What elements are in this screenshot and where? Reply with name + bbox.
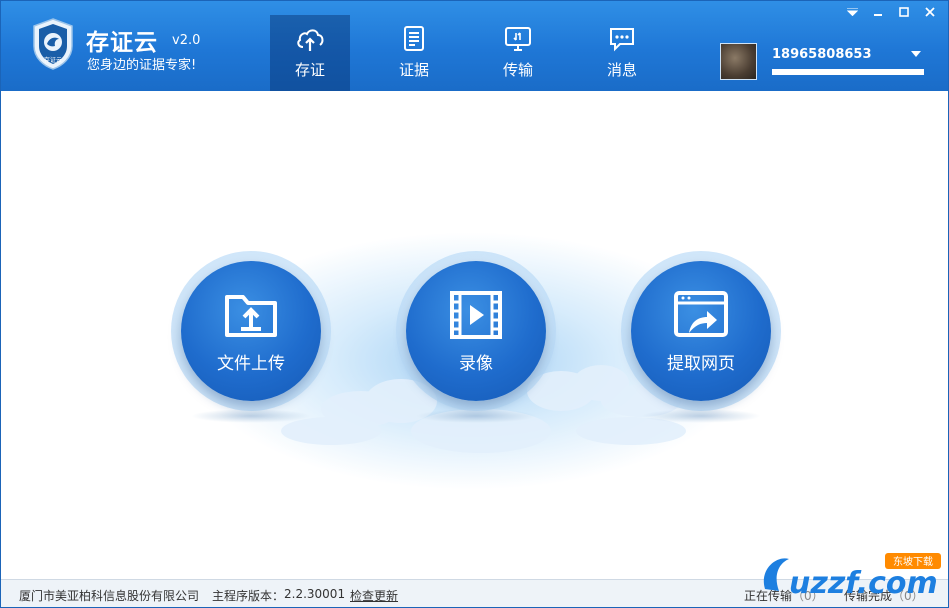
folder-upload-icon — [225, 295, 277, 337]
app-version: v2.0 — [172, 33, 201, 48]
app-name: 存证云 — [86, 30, 158, 56]
main-nav: 存证 证据 传输 消息 — [270, 15, 686, 91]
tab-cunzheng[interactable]: 存证 — [270, 15, 350, 91]
watermark-tag: 东坡下载 — [893, 555, 933, 568]
video-icon — [450, 291, 502, 339]
header-bar: 存证云 存证云 v2.0 您身边的证据专家! 存证 证据 传输 消息 18965… — [1, 1, 948, 91]
logo-shield-icon: 存证云 — [33, 18, 73, 70]
tab-chuanshu[interactable]: 传输 — [478, 15, 558, 91]
storage-progress-fill — [773, 70, 923, 74]
maximize-icon[interactable] — [891, 3, 917, 21]
action-label: 文件上传 — [217, 354, 285, 374]
app-window: 存证云 存证云 v2.0 您身边的证据专家! 存证 证据 传输 消息 18965… — [0, 0, 949, 608]
button-shadow — [416, 409, 536, 423]
tab-xiaoxi[interactable]: 消息 — [582, 15, 662, 91]
chevron-down-icon[interactable] — [911, 51, 921, 57]
dropdown-icon[interactable] — [839, 3, 865, 21]
program-version: 2.2.30001 — [284, 587, 346, 601]
tab-label: 存证 — [294, 61, 325, 79]
message-icon — [610, 28, 634, 52]
tab-zhengju[interactable]: 证据 — [374, 15, 454, 91]
user-phone: 18965808653 — [772, 47, 872, 62]
tab-label: 传输 — [502, 61, 533, 79]
logo-text: 存证云 — [44, 56, 62, 64]
action-label: 录像 — [459, 354, 493, 374]
button-shadow — [191, 409, 311, 423]
avatar[interactable] — [720, 43, 757, 80]
minimize-icon[interactable] — [865, 3, 891, 21]
main-area: 文件上传 录像 提取网页 — [1, 91, 948, 579]
record-video-button[interactable]: 录像 — [396, 251, 556, 411]
capture-webpage-button[interactable]: 提取网页 — [621, 251, 781, 411]
uzzf-watermark-logo: uzzf.com 东坡下载 — [763, 553, 941, 601]
button-shadow — [641, 409, 761, 423]
file-upload-button[interactable]: 文件上传 — [171, 251, 331, 411]
window-controls — [839, 3, 943, 21]
close-icon[interactable] — [917, 3, 943, 21]
tab-label: 消息 — [606, 61, 637, 79]
check-update-link[interactable]: 检查更新 — [350, 587, 398, 604]
version-label: 主程序版本： — [212, 589, 285, 603]
company-name: 厦门市美亚柏科信息股份有限公司 — [19, 589, 200, 603]
action-label: 提取网页 — [667, 354, 735, 374]
web-capture-icon — [674, 291, 728, 337]
cloud-upload-icon — [297, 29, 324, 51]
document-icon — [404, 26, 424, 51]
app-slogan: 您身边的证据专家! — [87, 58, 197, 73]
storage-progress — [772, 69, 924, 75]
watermark-text: uzzf.com — [789, 566, 938, 601]
tab-label: 证据 — [398, 61, 429, 79]
transfer-icon — [505, 27, 531, 51]
